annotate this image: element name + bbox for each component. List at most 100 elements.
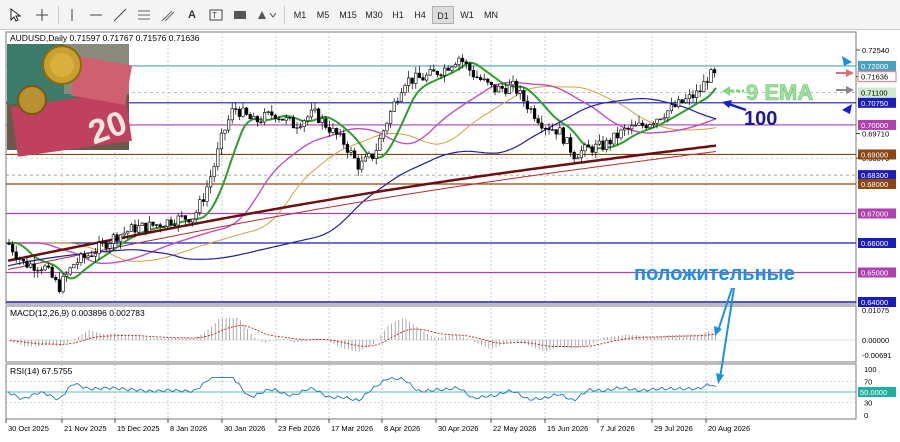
candle-body bbox=[331, 128, 335, 133]
candle-body bbox=[572, 152, 576, 160]
candle-body bbox=[50, 266, 54, 278]
candle-body bbox=[385, 123, 389, 132]
price-tag-label: 0.67000 bbox=[861, 209, 888, 218]
horizontal-line-icon[interactable] bbox=[86, 5, 106, 25]
timeframe-m30[interactable]: M30 bbox=[362, 6, 386, 24]
chart-canvas[interactable]: 0.725400.716360.697100.68876 0.720000.71… bbox=[4, 30, 900, 440]
candle-body bbox=[554, 129, 558, 135]
candle-body bbox=[630, 125, 634, 130]
candle-body bbox=[417, 72, 422, 78]
macd-scale-label: -0.00691 bbox=[862, 351, 892, 360]
shapes-icon[interactable] bbox=[254, 5, 278, 25]
candle-body bbox=[432, 69, 436, 72]
candle-body bbox=[651, 123, 655, 125]
candle-body bbox=[352, 150, 357, 159]
macd-scale-label: 0.00000 bbox=[862, 336, 889, 345]
candle-body bbox=[349, 150, 353, 153]
price-tag-label: 0.72000 bbox=[861, 62, 888, 71]
candle-body bbox=[590, 146, 594, 153]
candle-body bbox=[68, 267, 72, 275]
candle-body bbox=[18, 258, 22, 260]
candle-body bbox=[298, 126, 303, 128]
candle-body bbox=[442, 67, 447, 76]
candle-body bbox=[54, 277, 58, 280]
timeframe-m5[interactable]: M5 bbox=[312, 6, 334, 24]
candle-body bbox=[252, 116, 256, 120]
candle-body bbox=[532, 108, 537, 119]
candle-body bbox=[57, 279, 61, 292]
candle-body bbox=[137, 225, 141, 233]
timeframe-m1[interactable]: M1 bbox=[290, 6, 310, 24]
date-label: 20 Aug 2026 bbox=[708, 424, 750, 433]
candle-body bbox=[381, 130, 386, 139]
candle-body bbox=[39, 269, 43, 271]
candle-body bbox=[360, 160, 364, 170]
chart-area: 0.725400.716360.697100.68876 0.720000.71… bbox=[4, 30, 900, 440]
candle-body bbox=[622, 127, 627, 131]
timeframe-w1[interactable]: W1 bbox=[456, 6, 478, 24]
candle-body bbox=[579, 150, 583, 159]
candle-body bbox=[320, 118, 324, 123]
candle-body bbox=[342, 133, 346, 145]
candle-body bbox=[694, 90, 699, 99]
toolbar: A T M1 M5 M15 M30 H1 H4 D1 W1 MN bbox=[0, 0, 900, 30]
candle-body bbox=[334, 128, 339, 135]
candle-body bbox=[698, 90, 702, 93]
date-label: 15 Jun 2026 bbox=[547, 424, 588, 433]
candle-body bbox=[489, 81, 494, 85]
label-icon[interactable]: T bbox=[206, 5, 226, 25]
date-label: 23 Feb 2026 bbox=[278, 424, 320, 433]
date-label: 30 Apr 2026 bbox=[438, 424, 478, 433]
candle-body bbox=[529, 108, 533, 110]
candle-body bbox=[601, 140, 605, 150]
candle-body bbox=[565, 137, 569, 144]
candle-body bbox=[237, 108, 242, 117]
price-tag-label: 0.69000 bbox=[861, 150, 888, 159]
candle-body bbox=[75, 262, 79, 265]
ma100-label: 100 bbox=[744, 108, 777, 130]
timeframe-mn[interactable]: MN bbox=[480, 6, 502, 24]
timeframe-h4[interactable]: H4 bbox=[410, 6, 430, 24]
channel-2-icon[interactable] bbox=[158, 5, 178, 25]
candle-body bbox=[702, 81, 706, 92]
trendline-icon[interactable] bbox=[110, 5, 130, 25]
rectangle-icon[interactable] bbox=[230, 5, 250, 25]
timeframe-h1[interactable]: H1 bbox=[388, 6, 408, 24]
candle-body bbox=[14, 251, 18, 259]
chart-header: AUDUSD,Daily 0.71597 0.71767 0.71576 0.7… bbox=[10, 33, 200, 43]
candle-body bbox=[191, 218, 195, 223]
candle-body bbox=[216, 148, 220, 167]
macd-scale-label: 0.01075 bbox=[862, 306, 889, 315]
candle-body bbox=[248, 114, 252, 120]
candle-body bbox=[374, 150, 378, 159]
candle-body bbox=[604, 139, 609, 150]
crosshair-icon[interactable] bbox=[32, 5, 52, 25]
candle-body bbox=[504, 88, 508, 94]
candle-body bbox=[500, 85, 504, 89]
candle-body bbox=[655, 118, 659, 124]
cursor-icon[interactable] bbox=[6, 5, 26, 25]
candle-body bbox=[608, 139, 612, 145]
vertical-line-icon[interactable] bbox=[64, 5, 80, 25]
candle-body bbox=[313, 108, 317, 111]
candle-body bbox=[241, 107, 245, 117]
candle-body bbox=[255, 116, 260, 123]
timeframe-d1[interactable]: D1 bbox=[432, 6, 454, 24]
candle-body bbox=[212, 166, 216, 178]
candle-body bbox=[169, 219, 173, 226]
candle-body bbox=[410, 77, 414, 84]
candle-body bbox=[561, 127, 565, 144]
candle-body bbox=[478, 77, 483, 80]
candle-body bbox=[7, 242, 11, 245]
macd-header: MACD(12,26,9) 0.003896 0.002783 bbox=[10, 308, 145, 318]
date-label: 8 Apr 2026 bbox=[384, 424, 420, 433]
timeframe-m15[interactable]: M15 bbox=[336, 6, 360, 24]
text-icon[interactable]: A bbox=[182, 5, 202, 25]
date-label: 7 Jul 2026 bbox=[600, 424, 635, 433]
candle-body bbox=[403, 85, 407, 93]
candle-body bbox=[61, 276, 65, 292]
candle-body bbox=[205, 186, 209, 202]
candle-body bbox=[273, 114, 278, 120]
channel-icon[interactable] bbox=[134, 5, 154, 25]
candle-body bbox=[79, 253, 83, 263]
